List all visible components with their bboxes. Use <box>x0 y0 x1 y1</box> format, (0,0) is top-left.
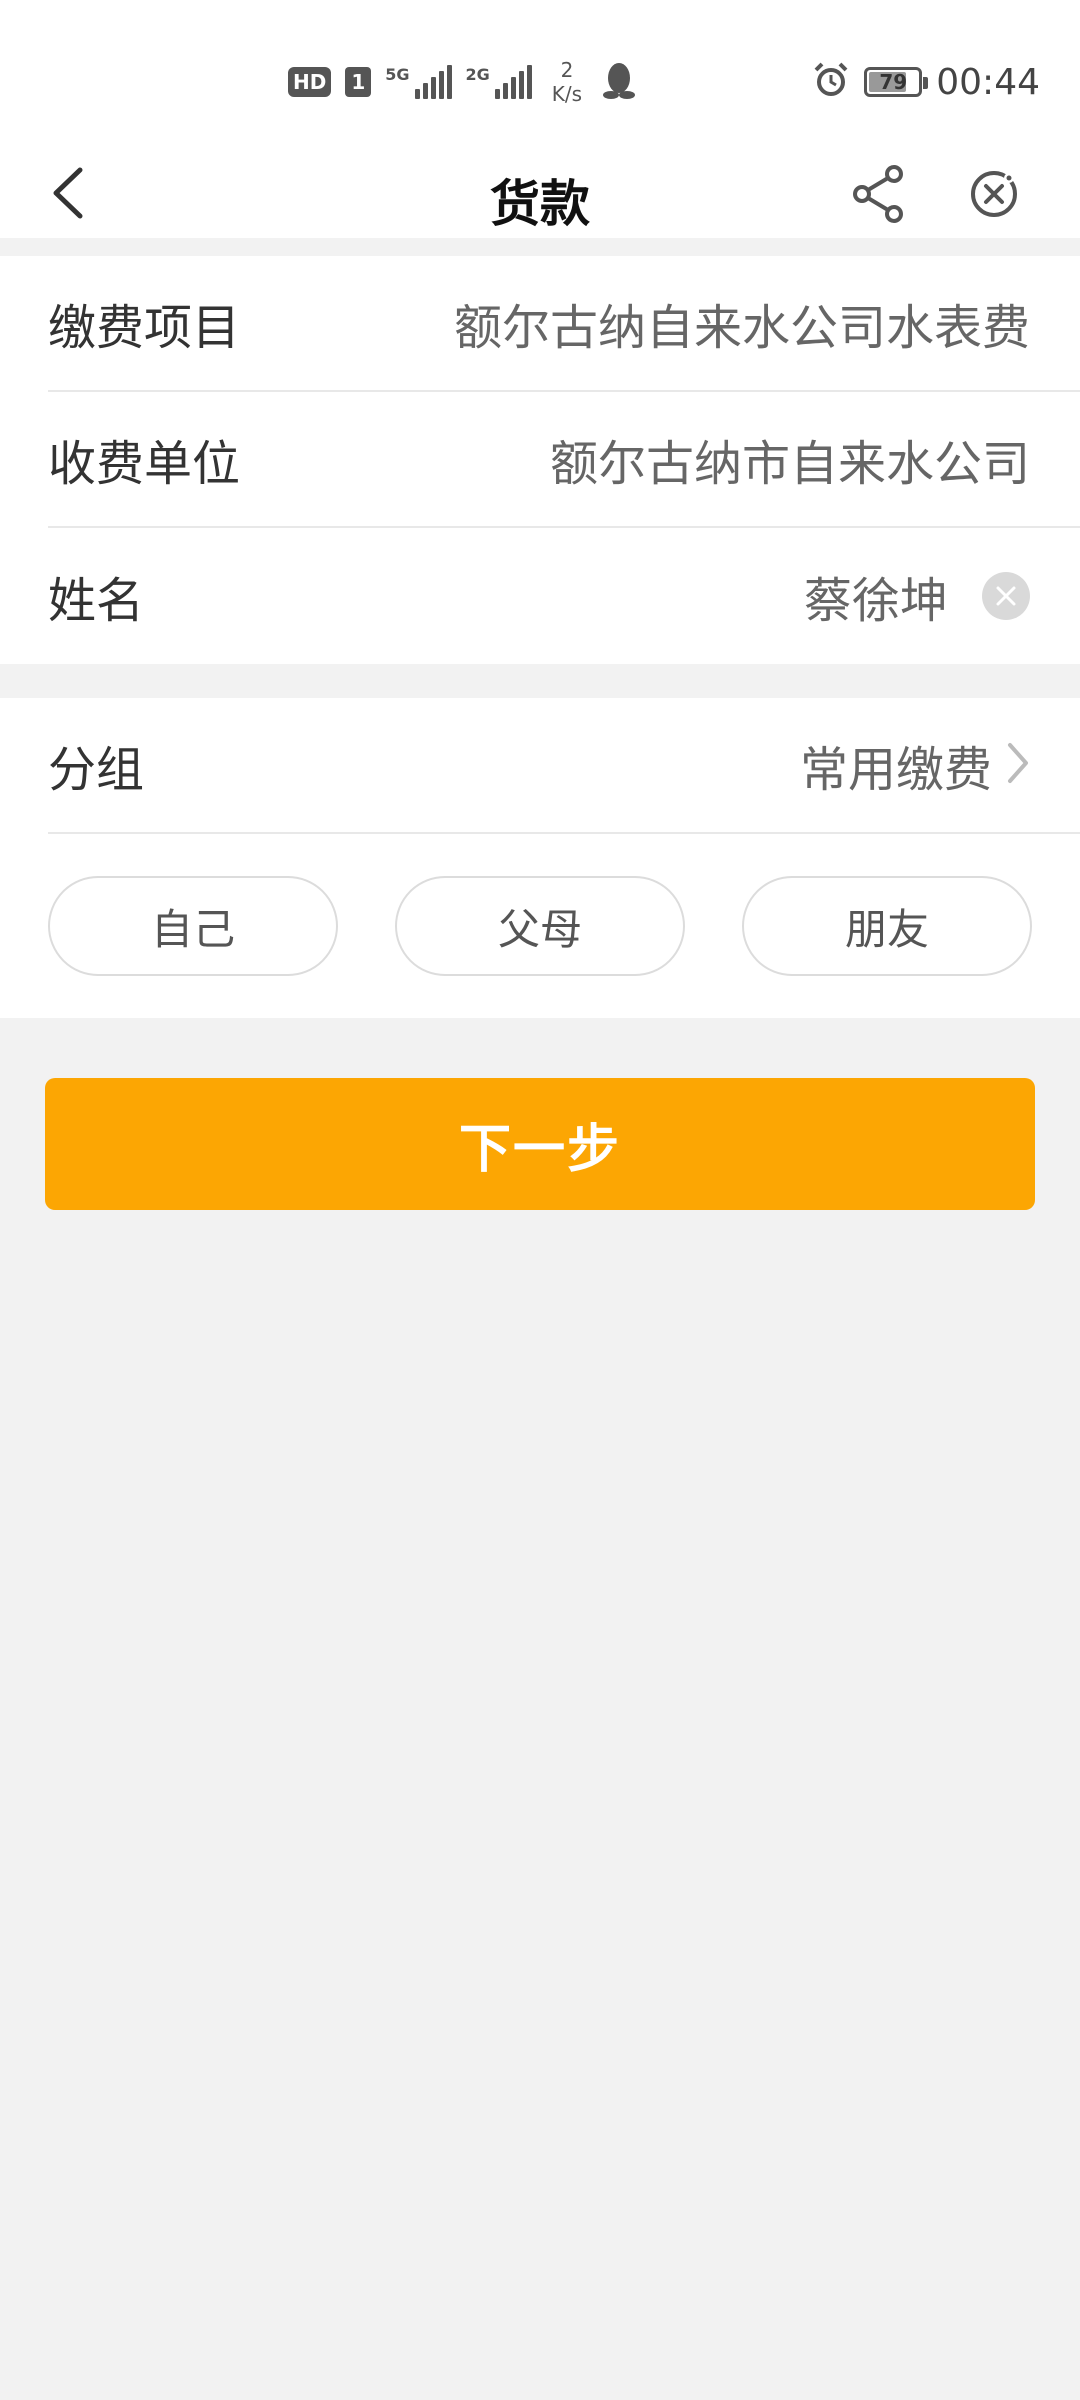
clock: 00:44 <box>936 61 1040 103</box>
section-gap <box>0 664 1080 698</box>
navigation-bar: 货款 <box>0 148 1080 238</box>
payment-item-row: 缴费项目 额尔古纳自来水公司水表费 <box>48 256 1080 392</box>
close-mini-program-icon[interactable] <box>964 164 1024 224</box>
clear-icon[interactable] <box>982 572 1030 620</box>
alarm-icon <box>812 61 850 103</box>
status-right: 79 00:44 <box>812 58 1040 106</box>
next-button-wrap: 下一步 <box>0 1018 1080 1210</box>
group-card: 分组 常用缴费 自己 父母 朋友 <box>0 698 1080 1018</box>
header-area: HD 1 5G 2G 2 K/s 79 00:44 货款 <box>0 0 1080 250</box>
group-option-parents[interactable]: 父母 <box>395 876 685 976</box>
payee-unit-row: 收费单位 额尔古纳市自来水公司 <box>48 392 1080 528</box>
network-speed-unit: K/s <box>551 82 583 106</box>
page-title: 货款 <box>490 175 590 233</box>
next-step-button[interactable]: 下一步 <box>45 1078 1035 1210</box>
status-indicators: HD 1 5G 2G 2 K/s <box>288 58 636 106</box>
payee-unit-label: 收费单位 <box>48 436 241 492</box>
group-options: 自己 父母 朋友 <box>0 834 1080 1018</box>
network-5g-label: 5G <box>385 65 410 84</box>
back-icon[interactable] <box>40 166 94 220</box>
payment-info-card: 缴费项目 额尔古纳自来水公司水表费 收费单位 额尔古纳市自来水公司 姓名 蔡徐坤 <box>0 256 1080 664</box>
group-row[interactable]: 分组 常用缴费 <box>48 698 1080 834</box>
name-row: 姓名 蔡徐坤 <box>48 528 1080 664</box>
network-speed: 2 K/s <box>552 58 582 106</box>
battery-icon: 79 <box>864 67 929 97</box>
payee-unit-value: 额尔古纳市自来水公司 <box>549 436 1030 492</box>
signal-2g-icon: 2G <box>466 65 532 99</box>
battery-level: 79 <box>879 70 908 94</box>
share-icon[interactable] <box>848 164 908 224</box>
payment-item-value: 额尔古纳自来水公司水表费 <box>453 300 1030 356</box>
payment-item-label: 缴费项目 <box>48 300 241 356</box>
section-gap <box>0 238 1080 256</box>
status-bar: HD 1 5G 2G 2 K/s 79 00:44 <box>0 0 1080 160</box>
network-speed-value: 2 <box>560 58 574 82</box>
group-option-self[interactable]: 自己 <box>48 876 338 976</box>
signal-5g-icon: 5G <box>385 65 452 99</box>
group-label: 分组 <box>48 742 145 798</box>
qq-penguin-icon <box>602 60 636 104</box>
group-option-friends[interactable]: 朋友 <box>742 876 1032 976</box>
sim-badge: 1 <box>345 67 372 97</box>
name-input[interactable]: 蔡徐坤 <box>804 561 948 631</box>
name-label: 姓名 <box>48 573 145 629</box>
hd-badge: HD <box>288 67 332 97</box>
group-value: 常用缴费 <box>799 742 992 798</box>
chevron-right-icon <box>1006 741 1030 789</box>
network-2g-label: 2G <box>465 65 490 84</box>
